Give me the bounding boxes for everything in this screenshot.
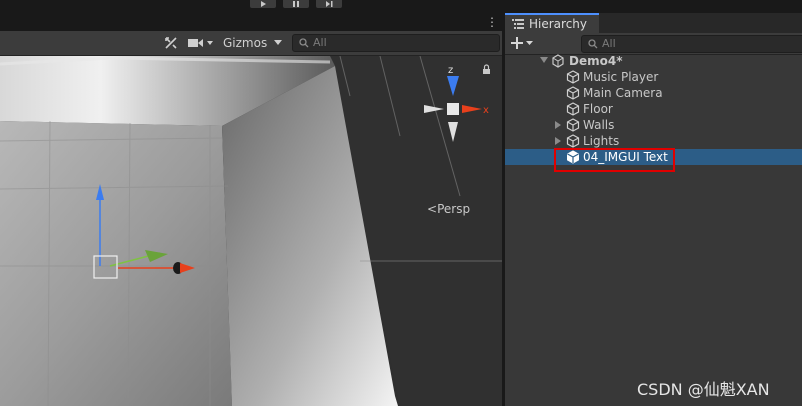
list-item-main-camera[interactable]: Main Camera [505,85,802,101]
list-item-label: Lights [583,134,620,148]
hierarchy-search-placeholder: All [602,37,616,50]
scene-search-input[interactable]: All [292,34,500,52]
list-item-walls[interactable]: Walls [505,117,802,133]
list-item-label: Main Camera [583,86,663,100]
persp-chevron-icon: < [427,202,438,216]
watermark: CSDN @仙魁XAN [637,380,770,399]
projection-label: Persp [437,202,471,216]
hierarchy-tab-bar: Hierarchy [505,13,802,33]
list-icon [512,19,524,29]
pause-icon [293,1,299,7]
more-options-icon[interactable]: ⋮ [486,15,498,29]
gameobject-icon [566,86,580,100]
top-toolbar [0,0,802,12]
step-icon [326,1,333,7]
create-button[interactable] [511,35,537,51]
tools-button[interactable] [161,34,181,52]
hierarchy-search-input[interactable]: All [581,35,802,53]
hierarchy-panel: Hierarchy All Demo4* Music Player Main C… [505,13,802,406]
gameobject-icon [566,102,580,116]
scene-search-placeholder: All [313,36,327,49]
list-item-floor[interactable]: Floor [505,101,802,117]
list-item-music-player[interactable]: Music Player [505,69,802,85]
plus-icon [511,37,533,49]
hierarchy-toolbar: All [505,33,802,55]
scene-render: z x [0,56,502,406]
scene-view-panel: ⋮ Gizmos All z x <Persp [0,13,502,406]
camera-dropdown[interactable] [186,34,216,52]
gameobject-icon [566,134,580,148]
scene-toolbar: Gizmos All [0,31,502,56]
play-button[interactable] [250,0,276,8]
list-item-label: Floor [583,102,613,116]
collapsed-arrow-icon[interactable] [555,137,562,145]
list-item-label: Walls [583,118,615,132]
gizmo-x-label: x [483,105,489,116]
scene-name: Demo4* [569,54,623,68]
camera-icon [188,39,213,47]
expand-arrow-icon[interactable] [540,57,548,64]
tab-hierarchy[interactable]: Hierarchy [505,13,599,33]
step-button[interactable] [316,0,342,8]
play-icon [261,1,266,7]
hierarchy-tab-label: Hierarchy [529,17,588,31]
scene-viewport[interactable]: z x <Persp [0,56,502,406]
highlight-box [554,148,675,172]
gameobject-icon [566,118,580,132]
tools-icon [165,37,177,49]
collapsed-arrow-icon[interactable] [555,121,562,129]
search-icon [299,38,309,48]
list-item-lights[interactable]: Lights [505,133,802,149]
gizmo-z-label: z [448,65,453,76]
gizmos-label[interactable]: Gizmos [223,36,267,50]
search-icon [588,39,598,49]
scene-root-row[interactable]: Demo4* [505,53,802,69]
unity-scene-icon [552,54,564,68]
gizmos-dropdown[interactable] [270,34,286,52]
gameobject-icon [566,70,580,84]
pause-button[interactable] [283,0,309,8]
list-item-label: Music Player [583,70,659,84]
scene-tab-strip: ⋮ [0,13,502,31]
chevron-down-icon [274,40,282,45]
projection-toggle[interactable]: <Persp [427,202,470,216]
